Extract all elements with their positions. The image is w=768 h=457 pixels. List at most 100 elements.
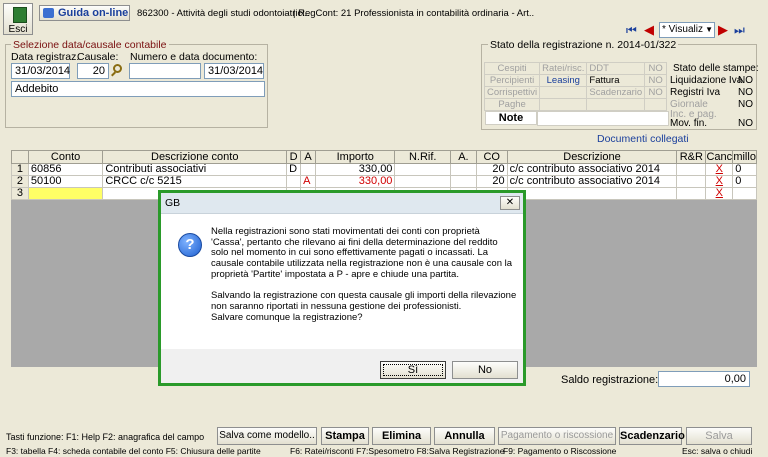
cell-millo[interactable]: 0 [732,175,757,188]
header-nrif[interactable]: N.Rif. [394,150,452,164]
cell-a[interactable]: A [300,175,317,188]
cell-importo[interactable]: 330,00 [315,175,396,188]
last-record-icon[interactable]: ⏭ [734,23,745,38]
cell-descrizione[interactable]: c/c contributo associativo 2014 [506,175,678,188]
next-record-icon[interactable]: ▶ [718,22,728,38]
cell-descr-conto[interactable]: CRCC c/c 5215 [102,175,288,188]
pagamento-button[interactable]: Pagamento o riscossione [498,427,616,445]
header-descrizione[interactable]: Descrizione [506,150,678,164]
status-corrispettivi: Corrispettivi [483,86,541,99]
footer-keys-line2b: F6: Ratei/risconti F7:Spesometro F8:Salv… [290,446,505,456]
header-descr-conto[interactable]: Descrizione conto [102,150,288,164]
cell-co[interactable]: 20 [475,175,508,188]
esci-button[interactable]: Esci [3,3,33,35]
table-row[interactable]: 2 50100 CRCC c/c 5215 A 330,00 20 c/c co… [11,175,757,188]
cell-d[interactable] [286,175,302,188]
cell-descrizione[interactable]: c/c contributo associativo 2014 [506,163,678,176]
dialog-title: GB [165,197,181,209]
delete-row-button[interactable]: X [708,177,730,187]
status-ratei: Ratei/risc. [539,62,588,75]
esci-label: Esci [8,24,28,35]
print-mov-fin: Mov. fin. [670,118,708,129]
status-percipienti: Percipienti [483,74,541,87]
annulla-button[interactable]: Annulla [434,427,495,445]
dialog-close-button[interactable]: ✕ [500,196,520,210]
date-field[interactable]: 31/03/2014 [11,63,70,79]
cause-field[interactable]: 20 [77,63,109,79]
header-aa[interactable]: A. [450,150,477,164]
header-conto[interactable]: Conto [27,150,104,164]
status-ddt: DDT [586,62,646,75]
cell-nrif[interactable] [394,175,452,188]
dialog-message-line: Salvare comunque la registrazione? [211,311,363,323]
cell-importo[interactable]: 330,00 [315,163,396,176]
cell-d[interactable]: D [286,163,302,176]
header-rr[interactable]: R&R [676,150,707,164]
dialog-message: Nella registrazioni sono stati movimenta… [211,226,523,323]
print-mov-fin-value: NO [738,118,753,129]
documents-link[interactable]: Documenti collegati [597,133,689,145]
print-registri-iva-value: NO [738,87,753,98]
yes-button[interactable]: Sì [380,361,446,379]
status-empty4 [644,98,667,111]
header-d[interactable]: D [286,150,302,164]
header-canc[interactable]: Canc [705,150,734,164]
elimina-button[interactable]: Elimina [372,427,431,445]
cell-a[interactable] [300,163,317,176]
cause-label: Causale: [77,51,119,63]
doc-date-field[interactable]: 31/03/2014 [204,63,264,79]
table-row[interactable]: 1 60856 Contributi associativi D 330,00 … [11,163,757,176]
scadenzario-button[interactable]: Scadenzario [619,427,685,445]
cell-aa[interactable] [450,175,477,188]
prev-record-icon[interactable]: ◀ [644,22,654,38]
cell-descr-conto[interactable]: Contributi associativi [102,163,288,176]
cell-millo[interactable]: 0 [732,163,757,176]
doc-label: Numero e data documento: [130,51,258,63]
print-liq-iva-value: NO [738,75,753,86]
saldo-value: 0,00 [658,371,750,387]
cell-aa[interactable] [450,163,477,176]
grid-header-row: Conto Descrizione conto D A Importo N.Ri… [11,150,757,164]
cell-nrif[interactable] [394,163,452,176]
visual-select-value: * Visualiz [662,24,703,35]
dialog-titlebar [161,193,523,214]
note-label[interactable]: Note [485,111,537,125]
cell-conto[interactable]: 60856 [27,163,104,176]
cell-conto[interactable] [27,187,104,200]
delete-row-button[interactable]: X [708,189,730,199]
activity-text: 862300 - Attività degli studi odontoiatr… [137,8,310,19]
save-as-model-button[interactable]: Salva come modello.. [217,427,317,445]
first-record-icon[interactable]: ⏮ [626,23,637,38]
guide-label: Guida on-line [58,7,129,19]
status-fattura-value: NO [644,74,667,87]
cell-rr[interactable] [676,163,707,176]
visual-select[interactable]: * Visualiz ▼ [659,22,715,38]
stampa-button[interactable]: Stampa [321,427,369,445]
cell-co[interactable]: 20 [475,163,508,176]
cell-conto[interactable]: 50100 [27,175,104,188]
guide-online-button[interactable]: Guida on-line [39,5,130,21]
cell-rr[interactable] [676,187,707,200]
header-a[interactable]: A [300,150,317,164]
status-empty3 [586,98,646,111]
exit-icon [13,7,27,23]
cell-millo[interactable] [732,187,757,200]
date-label: Data registraz. [11,51,80,63]
delete-row-button[interactable]: X [708,165,730,175]
header-num [11,150,29,164]
salva-button[interactable]: Salva [686,427,752,445]
header-millo[interactable]: millo [732,150,757,164]
header-co[interactable]: CO [475,150,508,164]
cell-descrizione[interactable] [506,187,678,200]
status-scadenzario: Scadenzario [586,86,646,99]
regime-text: | RegCont: 21 Professionista in contabil… [293,8,535,19]
description-field[interactable]: Addebito [11,81,265,97]
footer-keys-line2a: F3: tabella F4: scheda contabile del con… [6,446,261,456]
cell-rr[interactable] [676,175,707,188]
doc-number-field[interactable] [129,63,201,79]
status-empty2 [539,98,588,111]
status-ddt-value: NO [644,62,667,75]
note-box[interactable] [537,111,669,126]
no-button[interactable]: No [452,361,518,379]
header-importo[interactable]: Importo [315,150,396,164]
